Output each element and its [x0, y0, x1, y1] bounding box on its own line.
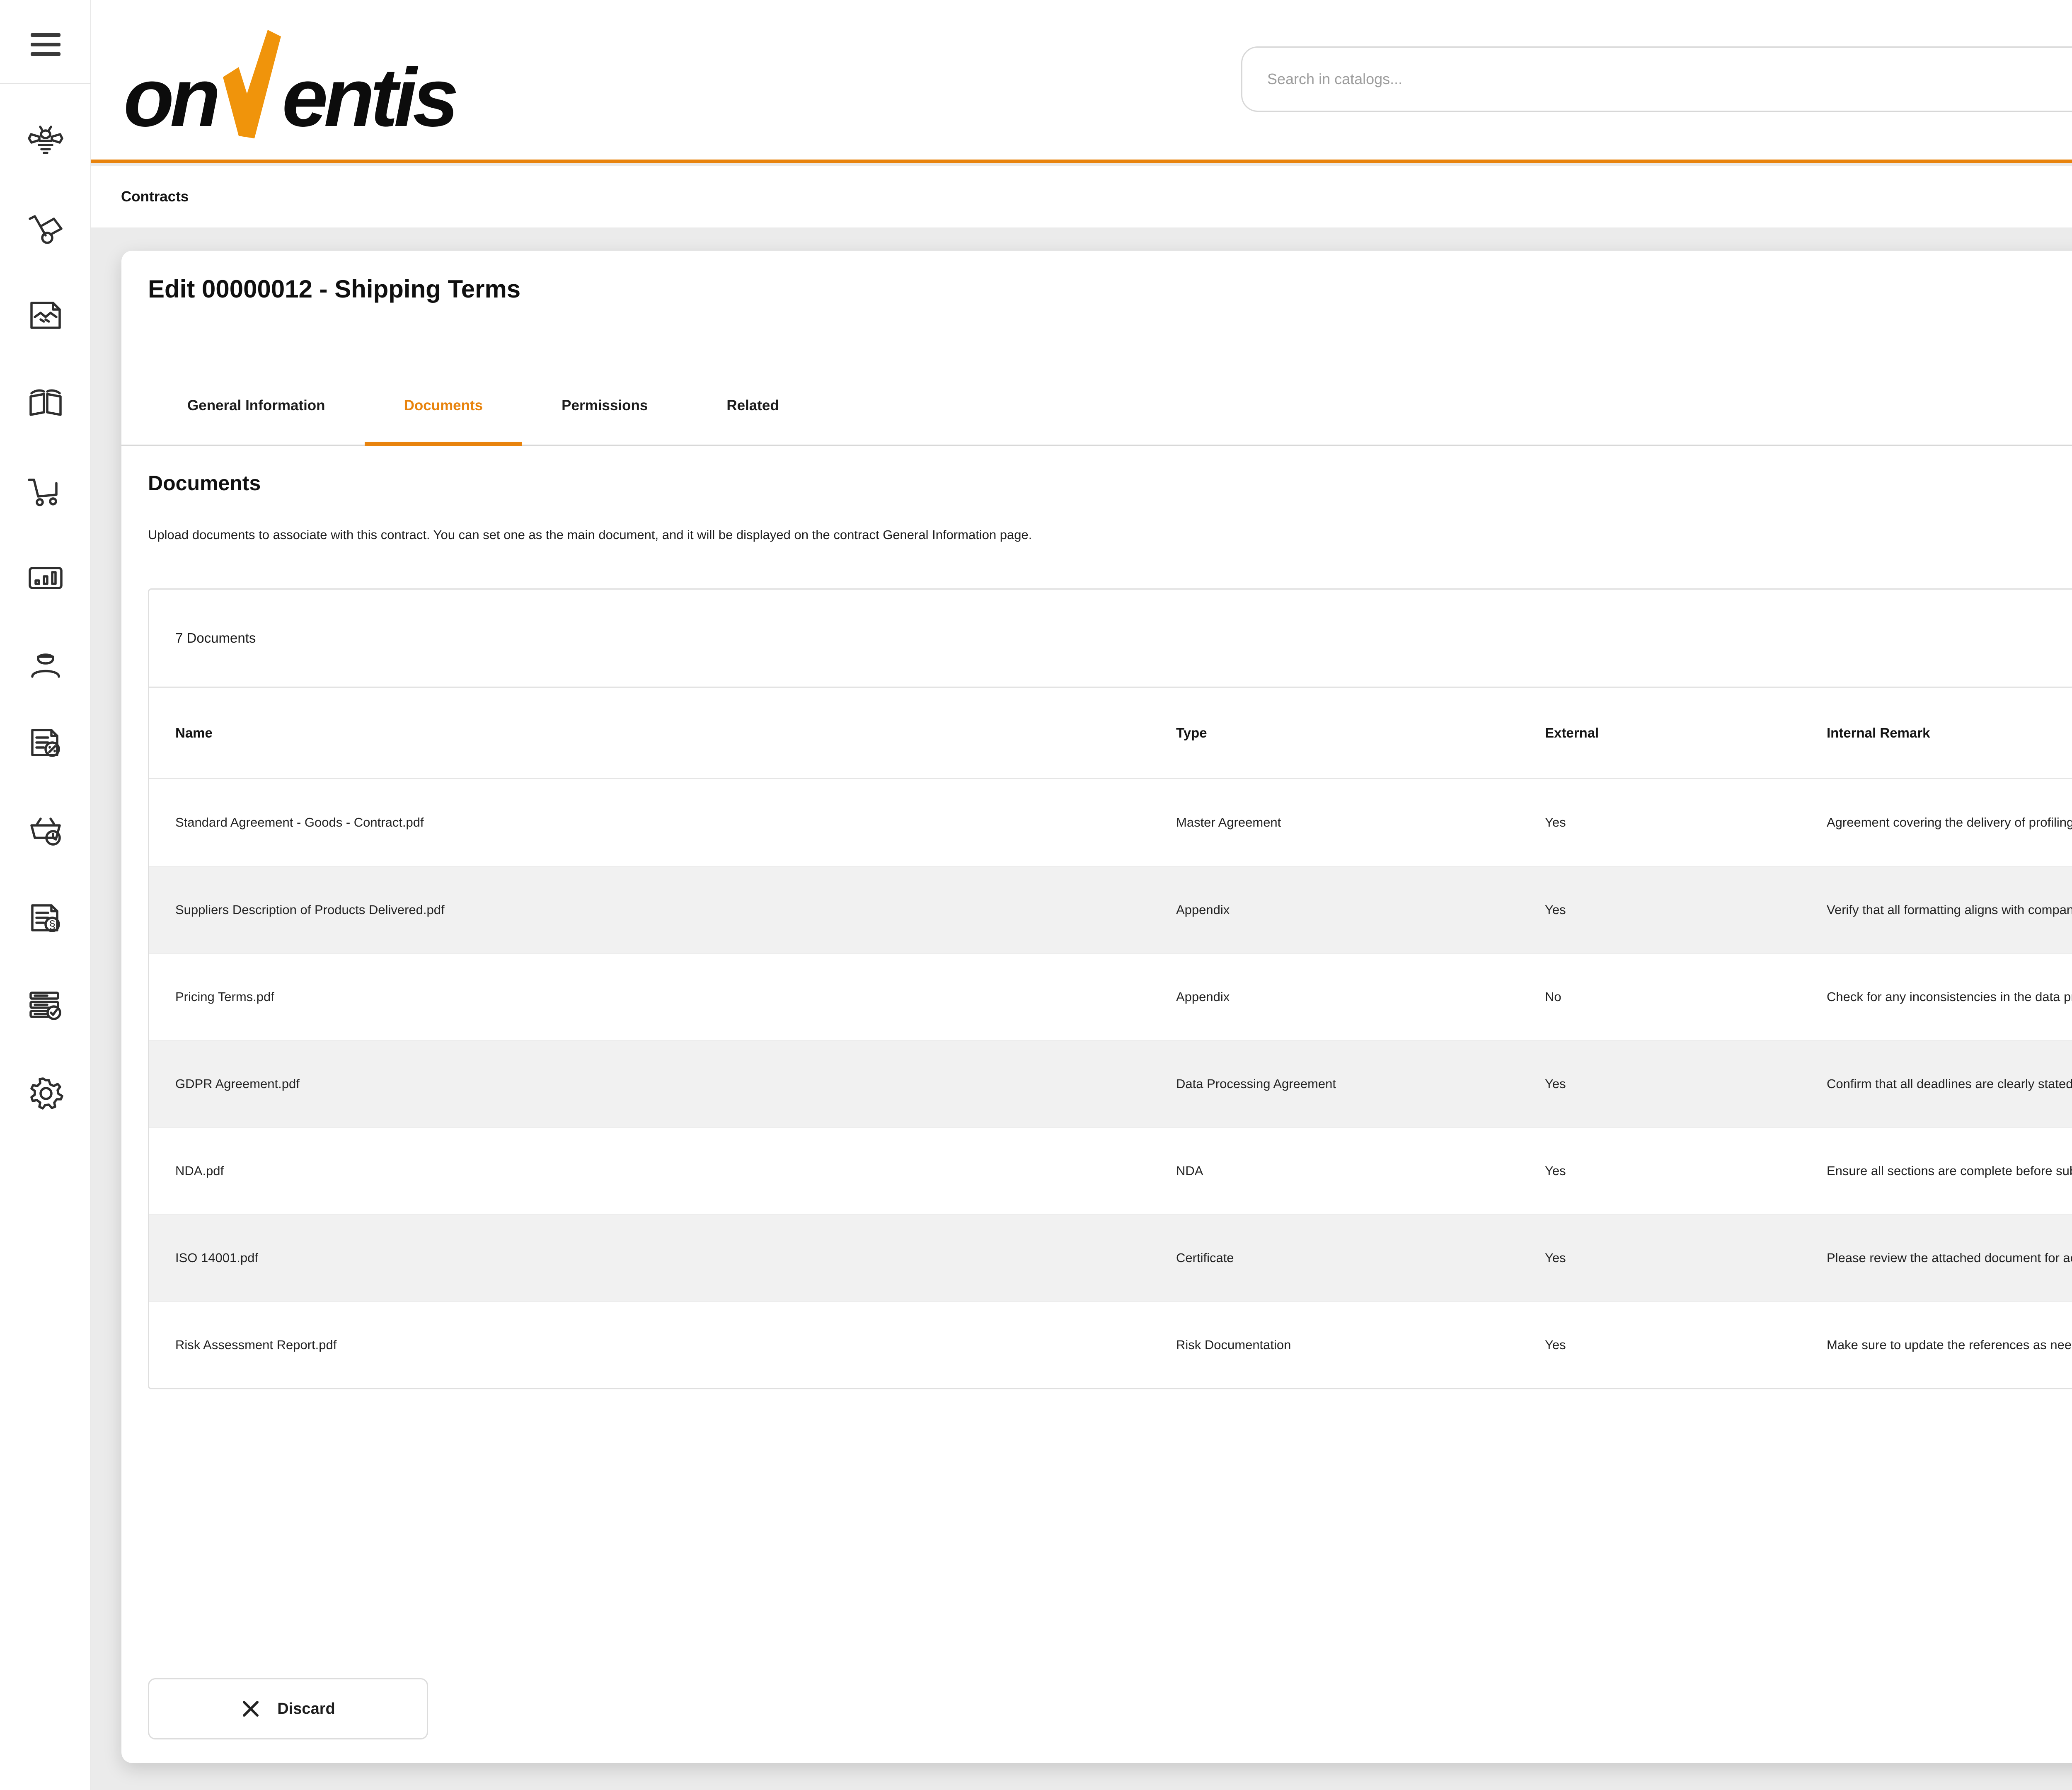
close-icon: [241, 1699, 261, 1719]
cell-external: Yes: [1545, 1251, 1827, 1265]
cell-internal-remark: Verify that all formatting aligns with c…: [1827, 902, 2072, 917]
discard-button-label: Discard: [277, 1700, 335, 1718]
discard-button[interactable]: Discard: [148, 1678, 428, 1739]
cell-type: NDA: [1176, 1164, 1545, 1178]
cell-type: Appendix: [1176, 989, 1545, 1004]
documents-section-description: Upload documents to associate with this …: [148, 527, 1032, 542]
analytics-chart-icon[interactable]: [26, 558, 65, 598]
cell-type: Certificate: [1176, 1251, 1545, 1265]
cell-type: Risk Documentation: [1176, 1338, 1545, 1352]
table-row: ISO 14001.pdfCertificateYesPlease review…: [149, 1214, 2072, 1301]
settings-gear-icon[interactable]: [26, 1074, 65, 1113]
cell-name: ISO 14001.pdf: [149, 1251, 1176, 1265]
cell-type: Data Processing Agreement: [1176, 1076, 1545, 1091]
supplier-user-icon[interactable]: [26, 644, 65, 684]
documents-section-heading: Documents: [148, 471, 261, 495]
order-clock-icon[interactable]: [26, 811, 65, 851]
hand-truck-icon[interactable]: [26, 208, 65, 248]
search-input[interactable]: [1241, 46, 2072, 112]
cell-internal-remark: Please review the attached document for …: [1827, 1251, 2072, 1265]
cell-internal-remark: Agreement covering the delivery of profi…: [1827, 815, 2072, 830]
cell-name: NDA.pdf: [149, 1164, 1176, 1178]
svg-text:§: §: [49, 918, 56, 931]
cell-name: GDPR Agreement.pdf: [149, 1076, 1176, 1091]
tab-general-information[interactable]: General Information: [148, 367, 365, 445]
cell-external: Yes: [1545, 1338, 1827, 1352]
column-header-type: Type: [1176, 725, 1545, 741]
breadcrumb[interactable]: Contracts: [121, 189, 189, 205]
column-header-internal-remark: Internal Remark: [1827, 725, 2072, 741]
top-header: on entis ? CM: [91, 0, 2072, 163]
cell-external: Yes: [1545, 1076, 1827, 1091]
table-row: GDPR Agreement.pdfData Processing Agreem…: [149, 1040, 2072, 1127]
tab-related[interactable]: Related: [687, 367, 818, 445]
logo-text-entis: entis: [282, 60, 455, 136]
bee-icon[interactable]: [26, 122, 65, 162]
tab-bar: General InformationDocumentsPermissionsR…: [121, 367, 2072, 446]
contract-paragraph-icon[interactable]: §: [26, 900, 65, 939]
page-title: Edit 00000012 - Shipping Terms: [148, 275, 520, 303]
column-header-name: Name: [149, 725, 1176, 741]
logo-check-icon: [219, 27, 281, 138]
column-header-external: External: [1545, 725, 1827, 741]
menu-hamburger-icon[interactable]: [31, 33, 61, 62]
cell-internal-remark: Check for any inconsistencies in the dat…: [1827, 989, 2072, 1004]
task-list-check-icon[interactable]: [26, 985, 65, 1025]
logo-text-on: on: [123, 60, 216, 136]
sidebar-divider: [0, 83, 91, 84]
table-row: Risk Assessment Report.pdfRisk Documenta…: [149, 1301, 2072, 1388]
contract-handshake-icon[interactable]: [26, 295, 65, 335]
cell-internal-remark: Confirm that all deadlines are clearly s…: [1827, 1076, 2072, 1091]
table-row: Standard Agreement - Goods - Contract.pd…: [149, 779, 2072, 866]
tab-permissions[interactable]: Permissions: [522, 367, 687, 445]
documents-table: 7 Documents NameTypeExternalInternal Rem…: [148, 588, 2072, 1389]
onventis-logo[interactable]: on entis: [123, 12, 455, 136]
documents-count: 7 Documents: [149, 590, 2072, 688]
cell-internal-remark: Make sure to update the references as ne…: [1827, 1338, 2072, 1352]
table-row: Suppliers Description of Products Delive…: [149, 866, 2072, 953]
breadcrumb-bar: Contracts: [91, 166, 2072, 227]
table-row: Pricing Terms.pdfAppendixNoCheck for any…: [149, 953, 2072, 1040]
cell-name: Pricing Terms.pdf: [149, 989, 1176, 1004]
cart-icon[interactable]: [26, 471, 65, 510]
cell-external: Yes: [1545, 815, 1827, 830]
cell-name: Standard Agreement - Goods - Contract.pd…: [149, 815, 1176, 830]
cell-external: No: [1545, 989, 1827, 1004]
cell-name: Suppliers Description of Products Delive…: [149, 902, 1176, 917]
table-header-row: NameTypeExternalInternal RemarkMain Docu…: [149, 688, 2072, 779]
cell-type: Appendix: [1176, 902, 1545, 917]
catalog-book-icon[interactable]: [26, 383, 65, 423]
invoice-percent-icon[interactable]: [26, 724, 65, 764]
contract-edit-card: Edit 00000012 - Shipping Terms General I…: [121, 251, 2072, 1763]
tab-documents[interactable]: Documents: [365, 367, 523, 445]
table-body: Standard Agreement - Goods - Contract.pd…: [149, 779, 2072, 1388]
cell-external: Yes: [1545, 1164, 1827, 1178]
cell-name: Risk Assessment Report.pdf: [149, 1338, 1176, 1352]
sidebar: §: [0, 0, 91, 1790]
table-row: NDA.pdfNDAYesEnsure all sections are com…: [149, 1127, 2072, 1214]
cell-type: Master Agreement: [1176, 815, 1545, 830]
cell-external: Yes: [1545, 902, 1827, 917]
cell-internal-remark: Ensure all sections are complete before …: [1827, 1164, 2072, 1178]
catalog-search: [1241, 46, 2072, 112]
